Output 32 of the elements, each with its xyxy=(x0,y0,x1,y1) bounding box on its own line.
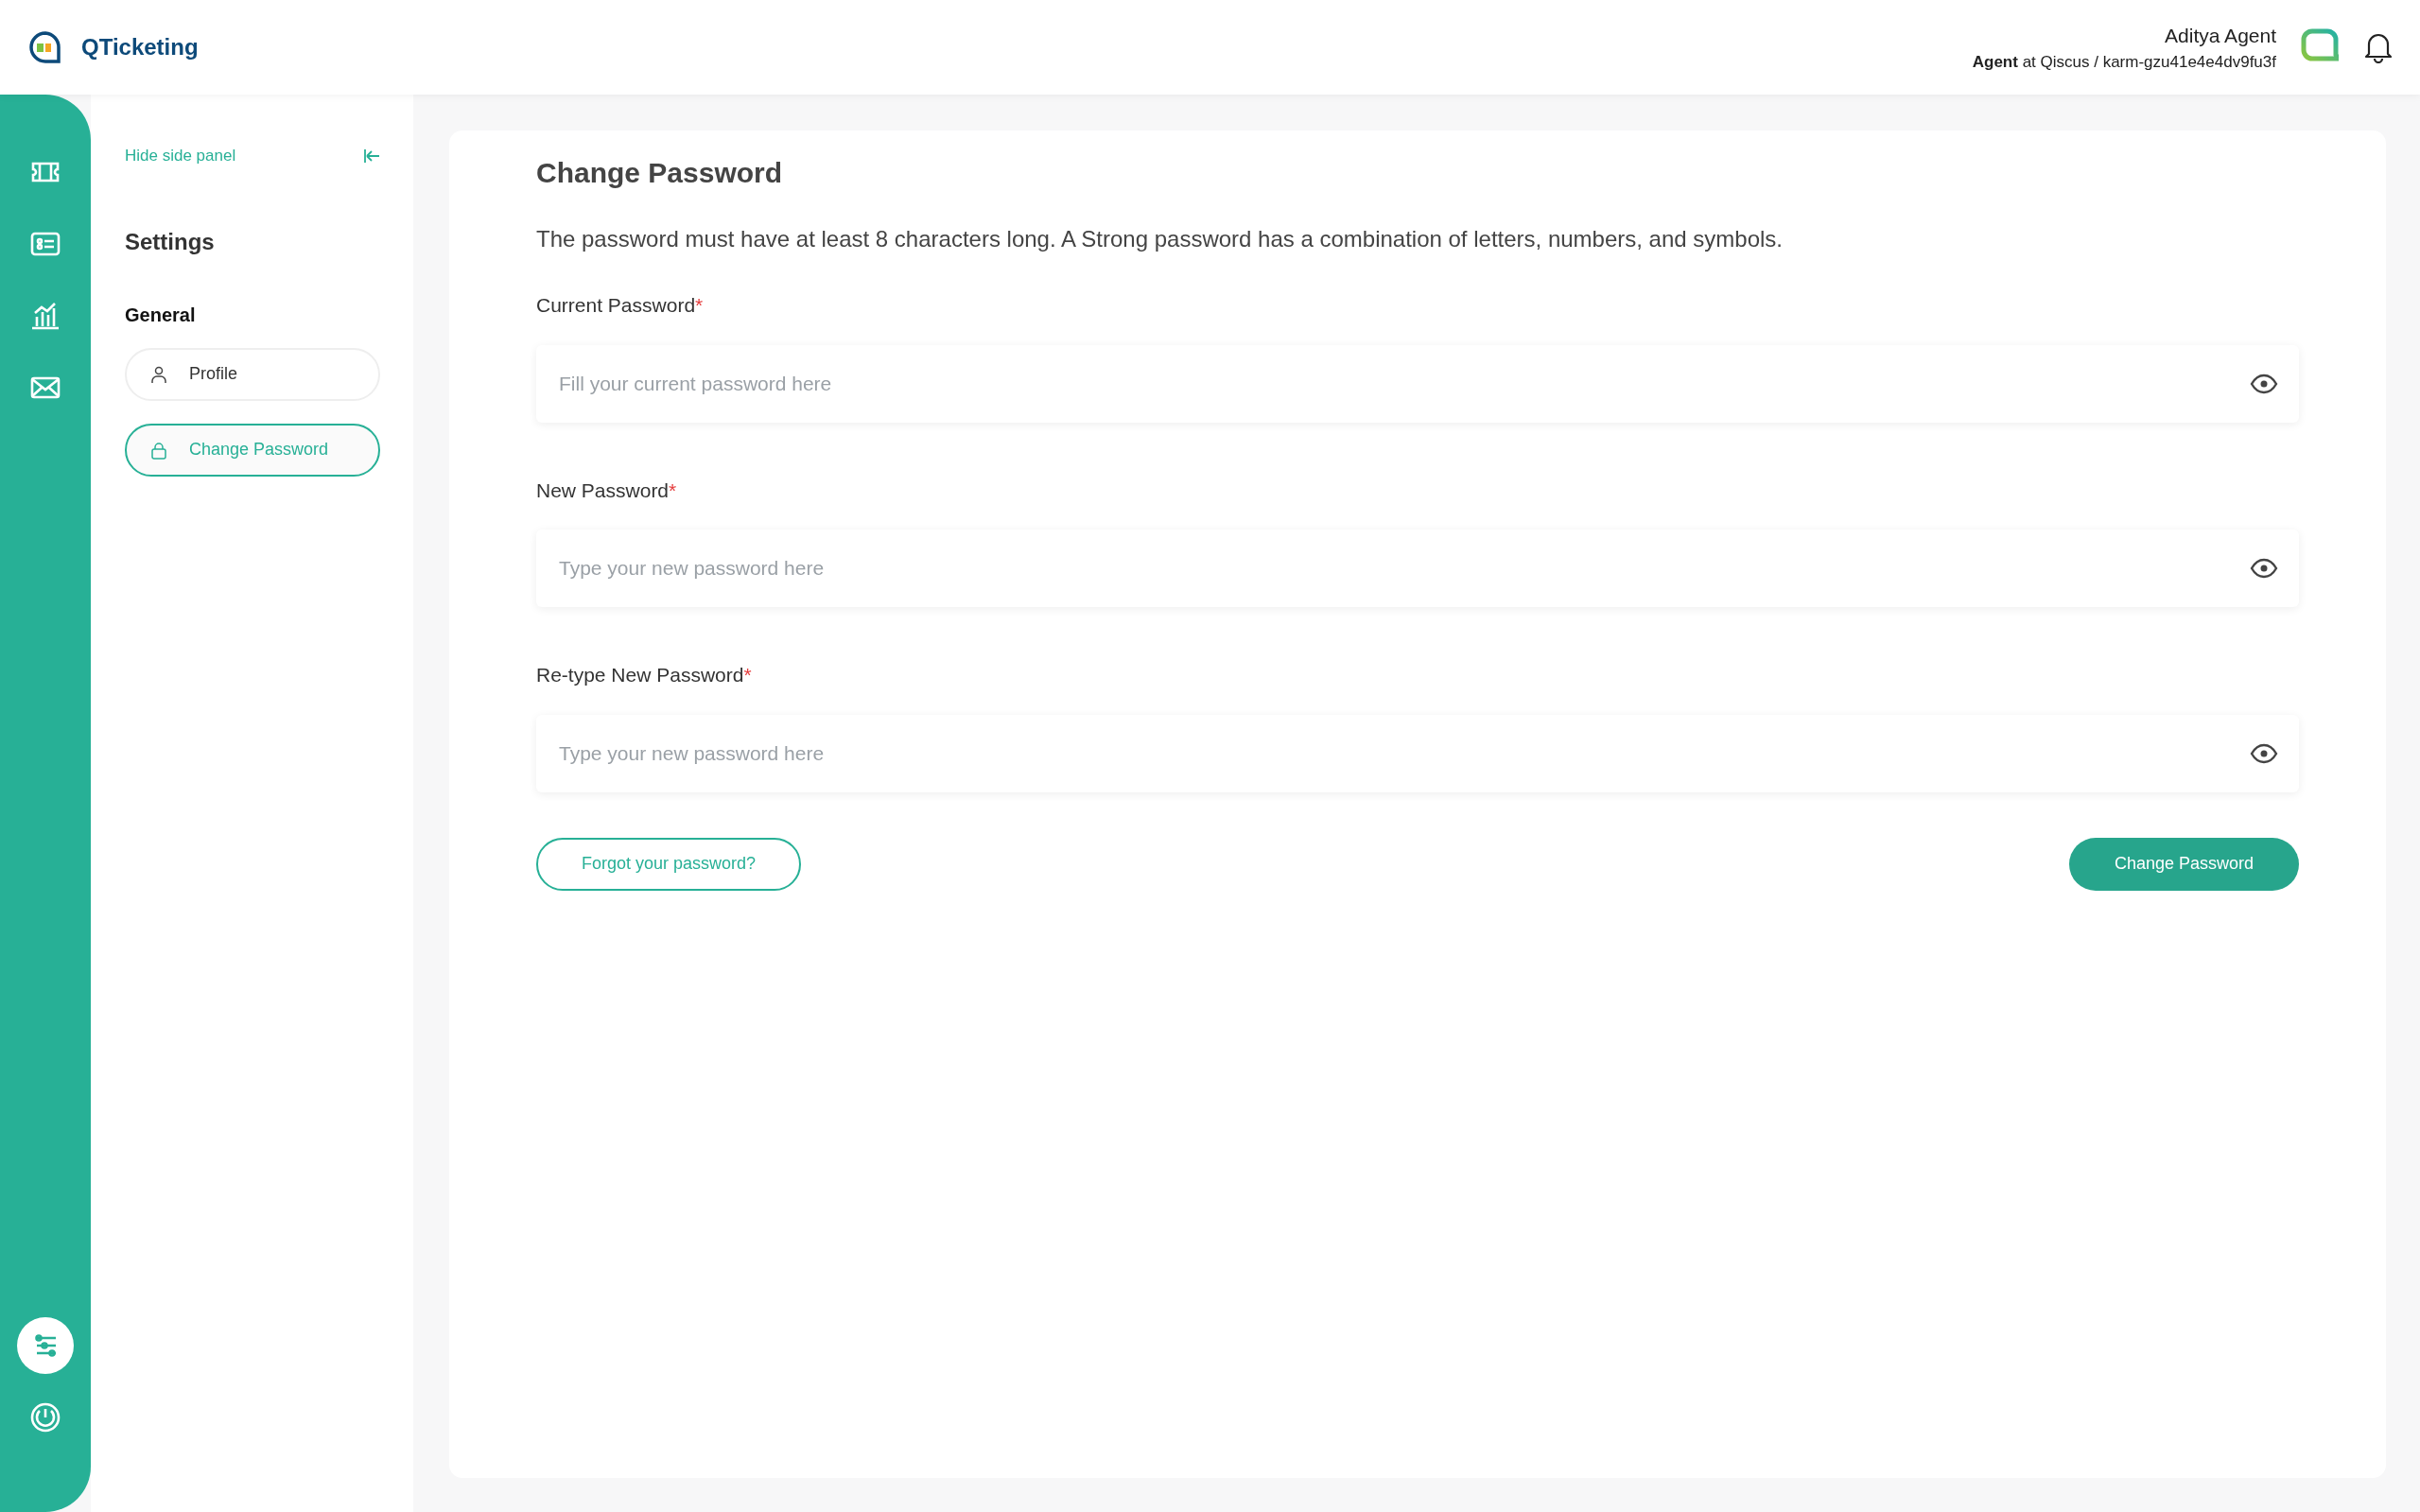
bell-icon[interactable] xyxy=(2363,31,2394,63)
eye-icon xyxy=(2250,742,2278,764)
bar-chart-icon xyxy=(29,300,61,332)
password-rules-text: The password must have at least 8 characters long. A Strong password has a combination of letters, numbers, and symbols. xyxy=(536,225,1784,253)
settings-menu-item[interactable]: Change Password xyxy=(125,423,380,477)
settings-menu-item[interactable]: Profile xyxy=(125,347,380,401)
person-icon xyxy=(149,364,168,384)
field-label: Current Password* xyxy=(536,293,705,318)
lock-icon xyxy=(149,440,168,460)
settings-title: Settings xyxy=(125,227,216,256)
section-heading: General xyxy=(125,303,197,327)
change-password-button[interactable]: Change Password xyxy=(2068,837,2299,891)
forgot-password-button[interactable]: Forgot your password? xyxy=(536,837,802,891)
password-input[interactable]: Type your new password here xyxy=(536,714,2250,792)
user-name: Aditya Agent xyxy=(2164,23,2276,48)
form-title: Change Password xyxy=(536,156,784,190)
eye-icon xyxy=(2250,373,2278,394)
collapse-arrow-icon[interactable] xyxy=(363,148,380,164)
power-icon xyxy=(29,1401,61,1434)
password-input[interactable]: Type your new password here xyxy=(536,530,2250,607)
password-input[interactable]: Fill your current password here xyxy=(536,344,2250,423)
logo-icon xyxy=(28,30,62,64)
user-organization: Agent at Qiscus / karm-gzu41e4e4dv9fu3f xyxy=(1972,52,2276,73)
sliders-nav-button[interactable] xyxy=(17,1317,74,1374)
hide-side-panel-link[interactable]: Hide side panel xyxy=(125,144,236,168)
app-name: QTicketing xyxy=(81,33,199,61)
show-password-button[interactable] xyxy=(2250,373,2278,394)
field-label: New Password* xyxy=(536,478,678,503)
show-password-button[interactable] xyxy=(2250,558,2278,579)
show-password-button[interactable] xyxy=(2250,742,2278,764)
eye-icon xyxy=(2250,558,2278,579)
field-label: Re-type New Password* xyxy=(536,663,753,687)
